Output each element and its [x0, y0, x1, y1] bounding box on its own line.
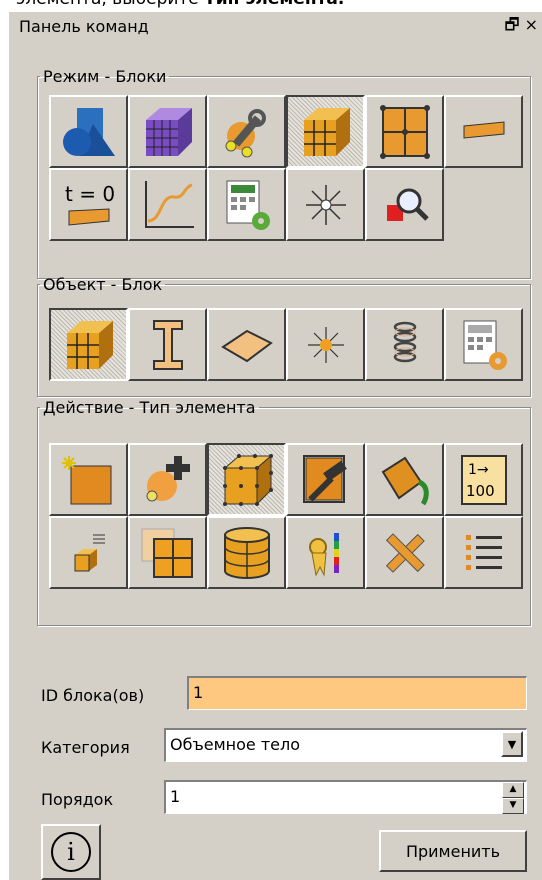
small-cube-list-button[interactable] [49, 516, 128, 589]
element-type-icon [222, 453, 273, 506]
category-select[interactable]: Объемное тело [164, 728, 527, 762]
left-margin [0, 12, 9, 880]
settings-calc-button[interactable] [444, 308, 523, 381]
new-block-icon [61, 455, 111, 504]
calculator-settings-icon [226, 180, 270, 230]
curve-graph-icon [144, 180, 194, 228]
list-icon [465, 534, 502, 570]
beam-icon [152, 319, 183, 370]
add-component-button[interactable] [128, 443, 207, 516]
mesh-icon [145, 107, 192, 156]
calculator-settings-button[interactable] [207, 168, 286, 241]
numbering-button[interactable]: 1→ 100 [444, 443, 523, 516]
order-spinner[interactable]: ▲ ▼ [502, 782, 524, 814]
initial-conditions-icon: t = 0 [65, 182, 115, 226]
order-label: Порядок [41, 790, 114, 809]
paint-bucket-button[interactable] [365, 443, 444, 516]
shell-icon [220, 329, 273, 362]
window-buttons[interactable]: 🗗 × [504, 14, 538, 41]
group-action-element-type-legend: Действие - Тип элемента [43, 398, 256, 417]
cylinder-block-button[interactable] [207, 516, 286, 589]
initial-conditions-button[interactable]: t = 0 [49, 168, 128, 241]
block-id-input[interactable]: 1 [187, 676, 527, 710]
small-cube-list-icon [74, 534, 105, 571]
cylinder-block-icon [223, 526, 270, 579]
geometry-button[interactable] [49, 95, 128, 168]
hammer-icon [302, 454, 347, 503]
command-panel: Панель команд 🗗 × Режим - Блоки t = 0 Об… [9, 12, 542, 880]
probe-button[interactable] [365, 168, 444, 241]
apply-button[interactable]: Применить [379, 830, 527, 872]
block-cube-icon [66, 320, 113, 369]
tools-cross-icon [385, 532, 425, 573]
spring-icon [393, 321, 416, 362]
svg-text:1→: 1→ [468, 462, 489, 478]
svg-text:t = 0: t = 0 [65, 182, 115, 206]
ribbon-legend-button[interactable] [286, 516, 365, 589]
info-icon: i [51, 832, 91, 872]
block-cube-button[interactable] [49, 308, 128, 381]
paint-bucket-icon [381, 456, 429, 505]
caption-bold: Тип элемента. [204, 0, 344, 9]
spin-down-icon[interactable]: ▼ [502, 798, 524, 814]
grid-icon [379, 104, 430, 159]
curve-graph-button[interactable] [128, 168, 207, 241]
hammer-button[interactable] [286, 443, 365, 516]
ribbon-legend-icon [308, 532, 339, 577]
new-block-button[interactable] [49, 443, 128, 516]
add-component-icon [146, 455, 190, 501]
boundary-button[interactable] [444, 95, 523, 168]
point-button[interactable] [286, 308, 365, 381]
mode-row-2: t = 0 [49, 168, 444, 241]
block-id-label: ID блока(ов) [41, 686, 145, 705]
category-dropdown-button[interactable]: ▼ [501, 731, 523, 757]
tools-icon [225, 108, 266, 157]
order-input[interactable]: 1 [164, 780, 527, 814]
list-button[interactable] [444, 516, 523, 589]
light-button[interactable] [286, 168, 365, 241]
calculator-settings-icon [463, 320, 507, 370]
blocks-button[interactable] [286, 95, 365, 168]
object-row [49, 308, 523, 381]
spin-up-icon[interactable]: ▲ [502, 782, 524, 798]
split-block-button[interactable] [128, 516, 207, 589]
svg-text:100: 100 [466, 482, 495, 500]
action-row-1: 1→ 100 [49, 443, 523, 516]
group-mode-blocks-legend: Режим - Блоки [43, 67, 167, 86]
shell-button[interactable] [207, 308, 286, 381]
boundary-icon [463, 120, 504, 139]
action-row-2 [49, 516, 523, 589]
light-icon [305, 184, 346, 225]
info-button[interactable]: i [41, 824, 101, 880]
chevron-down-icon: ▼ [507, 737, 517, 751]
grid-button[interactable] [365, 95, 444, 168]
mode-row-1 [49, 95, 523, 168]
caption-plain: элемента, выберите [16, 0, 204, 9]
blocks-icon [303, 107, 350, 156]
panel-title: Панель команд [19, 17, 149, 36]
geometry-icon [62, 107, 115, 156]
element-type-button[interactable] [207, 443, 286, 516]
beam-button[interactable] [128, 308, 207, 381]
group-object-block-legend: Объект - Блок [43, 275, 163, 294]
tools-cross-button[interactable] [365, 516, 444, 589]
tools-button[interactable] [207, 95, 286, 168]
caption-text: элемента, выберите Тип элемента. [0, 0, 542, 12]
split-block-icon [141, 528, 193, 578]
mesh-button[interactable] [128, 95, 207, 168]
probe-icon [386, 188, 429, 221]
numbering-icon: 1→100 [460, 454, 507, 505]
point-icon [307, 326, 344, 363]
spring-button[interactable] [365, 308, 444, 381]
category-label: Категория [41, 738, 130, 757]
